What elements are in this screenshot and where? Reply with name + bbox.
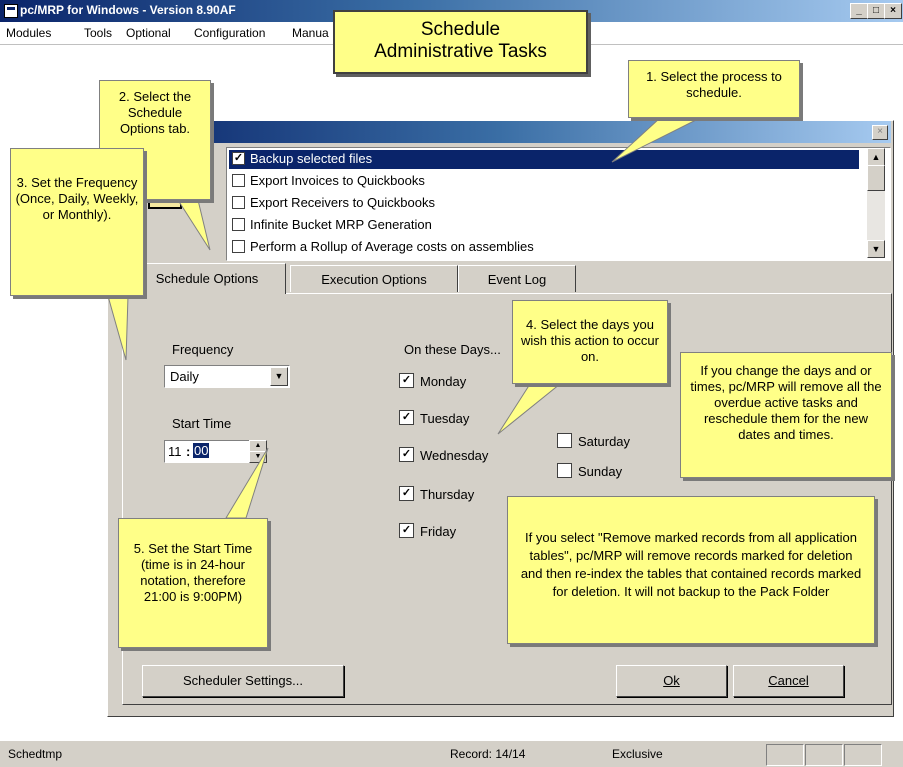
checkbox[interactable]: [557, 463, 572, 478]
status-record: Record: 14/14: [450, 747, 526, 761]
days-label: On these Days...: [404, 342, 501, 357]
minimize-button[interactable]: _: [850, 3, 868, 19]
callout-reschedule-note: If you change the days and or times, pc/…: [680, 352, 892, 478]
time-spinner[interactable]: ▲ ▼: [249, 440, 267, 463]
start-minute: 00: [193, 443, 210, 458]
process-label: Export Invoices to Quickbooks: [250, 173, 425, 188]
checkbox[interactable]: [557, 433, 572, 448]
status-bar: Schedtmp Record: 14/14 Exclusive: [0, 740, 903, 767]
status-mode: Exclusive: [612, 747, 663, 761]
callout-remove-marked-records: If you select "Remove marked records fro…: [507, 496, 875, 644]
tab-schedule-options[interactable]: Schedule Options: [128, 263, 286, 294]
menu-modules[interactable]: Modules: [6, 26, 51, 40]
close-button[interactable]: ×: [884, 3, 902, 19]
list-item[interactable]: ✓ Backup selected files: [229, 150, 859, 169]
start-time-label: Start Time: [172, 416, 232, 431]
list-item[interactable]: Export Receivers to Quickbooks: [229, 194, 859, 213]
scroll-down-icon[interactable]: ▼: [867, 240, 885, 258]
process-label: Perform a Rollup of Average costs on ass…: [250, 239, 534, 254]
callout-select-days: 4. Select the days you wish this action …: [512, 300, 668, 384]
process-checkbox[interactable]: [232, 218, 245, 231]
banner-line-1: Schedule: [420, 19, 501, 40]
day-label: Friday: [420, 524, 457, 539]
time-separator: :: [186, 444, 191, 459]
checkbox[interactable]: ✓: [399, 523, 414, 538]
status-panel: [844, 744, 882, 766]
list-item[interactable]: Perform a Rollup of Average costs on ass…: [229, 238, 859, 257]
menu-configuration[interactable]: Configuration: [194, 26, 265, 40]
list-item[interactable]: Export Invoices to Quickbooks: [229, 172, 859, 191]
process-label: Infinite Bucket MRP Generation: [250, 217, 432, 232]
day-label: Sunday: [578, 464, 623, 479]
menu-manual[interactable]: Manua: [292, 26, 329, 40]
dialog-title-bar[interactable]: [108, 121, 891, 143]
day-label: Wednesday: [420, 448, 489, 463]
spin-down-icon[interactable]: ▼: [249, 451, 267, 463]
day-label: Tuesday: [420, 411, 470, 426]
tab-execution-options[interactable]: Execution Options: [290, 265, 458, 292]
frequency-select[interactable]: Daily ▼: [164, 365, 290, 388]
cancel-button[interactable]: Cancel: [733, 665, 844, 697]
process-checkbox[interactable]: [232, 196, 245, 209]
frequency-label: Frequency: [172, 342, 234, 357]
status-panel: [805, 744, 843, 766]
tab-event-log[interactable]: Event Log: [458, 265, 576, 292]
banner-line-2: Administrative Tasks: [374, 41, 547, 62]
ok-button[interactable]: Ok: [616, 665, 727, 697]
checkbox[interactable]: ✓: [399, 373, 414, 388]
callout-start-time: 5. Set the Start Time (time is in 24-hou…: [118, 518, 268, 648]
scroll-thumb[interactable]: [867, 165, 885, 191]
process-checkbox[interactable]: [232, 240, 245, 253]
callout-select-process: 1. Select the process to schedule.: [628, 60, 800, 118]
app-title: pc/MRP for Windows - Version 8.90AF: [20, 3, 236, 17]
day-label: Saturday: [578, 434, 631, 449]
start-time-input[interactable]: 11 : 00: [164, 440, 250, 463]
day-label: Monday: [420, 374, 467, 389]
app-icon: [4, 4, 18, 18]
callout-frequency: 3. Set the Frequency (Once, Daily, Weekl…: [10, 148, 144, 296]
dialog-close-button[interactable]: ×: [872, 125, 888, 140]
frequency-value: Daily: [170, 369, 199, 384]
checkbox[interactable]: ✓: [399, 447, 414, 462]
process-checkbox[interactable]: ✓: [232, 152, 245, 165]
list-scrollbar[interactable]: ▲ ▼: [867, 148, 885, 258]
process-label: Export Receivers to Quickbooks: [250, 195, 435, 210]
maximize-button[interactable]: □: [867, 3, 885, 19]
process-list[interactable]: ✓ Backup selected files Export Invoices …: [226, 147, 891, 261]
page-title-banner: Schedule Administrative Tasks: [333, 10, 588, 74]
process-checkbox[interactable]: [232, 174, 245, 187]
menu-optional[interactable]: Optional: [126, 26, 171, 40]
day-label: Thursday: [420, 487, 475, 502]
scheduler-settings-button[interactable]: Scheduler Settings...: [142, 665, 344, 697]
start-hour: 11: [168, 444, 182, 459]
list-item[interactable]: Infinite Bucket MRP Generation: [229, 216, 859, 235]
menu-tools[interactable]: Tools: [84, 26, 112, 40]
checkbox[interactable]: ✓: [399, 486, 414, 501]
process-label: Backup selected files: [250, 151, 373, 166]
scroll-up-icon[interactable]: ▲: [867, 148, 885, 166]
status-panel: [766, 744, 804, 766]
checkbox[interactable]: ✓: [399, 410, 414, 425]
status-table: Schedtmp: [8, 747, 63, 761]
chevron-down-icon[interactable]: ▼: [270, 367, 288, 386]
